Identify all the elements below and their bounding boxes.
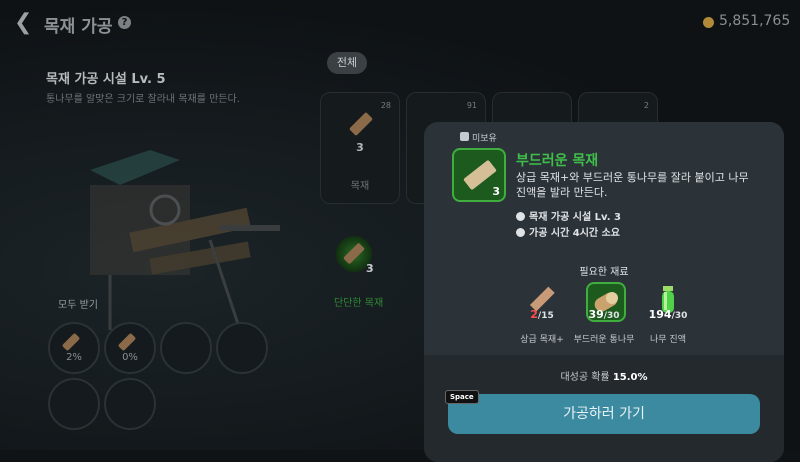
empty-slot[interactable]: [104, 378, 156, 430]
help-icon[interactable]: ?: [118, 16, 131, 29]
process-time: 가공 시간 4시간 소요: [516, 224, 620, 239]
empty-slot[interactable]: [216, 322, 268, 374]
success-value: 15.0%: [612, 372, 648, 383]
card-label: 목재: [350, 181, 370, 192]
coin-balance: 5,851,765: [719, 13, 791, 29]
material-label: 나무 진액: [650, 335, 686, 345]
owned-count: 28: [380, 101, 391, 110]
process-time-text: 가공 시간 4시간 소요: [529, 228, 621, 239]
empty-slot[interactable]: [160, 322, 212, 374]
material-need: /30: [671, 311, 688, 321]
selected-card-label: 단단한 목재: [334, 298, 384, 309]
material-item[interactable]: 194/30 나무 진액: [628, 282, 708, 345]
plank-icon: [348, 111, 374, 137]
plank-icon: [61, 332, 81, 352]
clock-icon: [516, 228, 525, 237]
sawmill-machine-image: [90, 150, 280, 331]
facility-name: 목재 가공 시설 Lv. 5: [46, 72, 166, 87]
slot-progress: 0%: [122, 352, 138, 363]
category-all-chip[interactable]: 전체: [327, 52, 367, 74]
not-owned-icon: [460, 132, 469, 141]
material-need: /15: [537, 311, 554, 321]
owned-status: 미보유: [472, 134, 497, 144]
material-count: 194/30: [628, 308, 708, 321]
space-key-hint: Space: [445, 390, 479, 404]
required-facility-text: 목재 가공 시설 Lv. 3: [529, 212, 621, 223]
success-label: 대성공 확률: [560, 372, 610, 383]
item-detail-popup: 미보유 3 부드러운 목재 상급 목재+와 부드러운 통나무를 잘라 붙이고 나…: [424, 122, 784, 462]
material-have: 39: [588, 308, 604, 321]
page-title: 목재 가공: [44, 17, 113, 37]
facility-description: 통나무를 알맞은 크기로 잘라내 목재를 만든다.: [46, 94, 240, 105]
coin-icon: [703, 17, 714, 28]
production-slot[interactable]: 2%: [48, 322, 100, 374]
slot-progress: 2%: [66, 352, 82, 363]
item-qty: 3: [492, 185, 500, 198]
item-name: 부드러운 목재: [516, 153, 599, 169]
empty-slot[interactable]: [48, 378, 100, 430]
facility-icon: [516, 212, 525, 221]
selected-card-qty: 3: [366, 262, 374, 275]
material-need: /30: [603, 311, 620, 321]
plank-icon: [343, 242, 365, 265]
owned-count: 2: [643, 101, 649, 110]
production-slot[interactable]: 0%: [104, 322, 156, 374]
required-facility: 목재 가공 시설 Lv. 3: [516, 208, 621, 223]
great-success-rate: 대성공 확률 15.0%: [424, 368, 784, 383]
plank-icon: [117, 332, 137, 352]
item-description: 상급 목재+와 부드러운 통나무를 잘라 붙이고 나무 진액을 발라 만든다.: [516, 171, 749, 199]
back-arrow-icon[interactable]: ❮: [14, 10, 34, 36]
recipe-card[interactable]: 28 3 목재: [320, 92, 400, 204]
requirements-title: 필요한 재료: [579, 267, 629, 278]
material-have: 2: [530, 308, 538, 321]
go-process-button[interactable]: 가공하러 가기: [448, 394, 760, 434]
receive-all-label[interactable]: 모두 받기: [58, 296, 98, 311]
material-have: 194: [648, 308, 672, 321]
owned-count: 91: [466, 101, 477, 110]
header: ❮ 목재 가공 ? 5,851,765: [0, 0, 800, 46]
card-qty: 3: [356, 141, 364, 154]
item-icon-box: 3: [452, 148, 506, 202]
